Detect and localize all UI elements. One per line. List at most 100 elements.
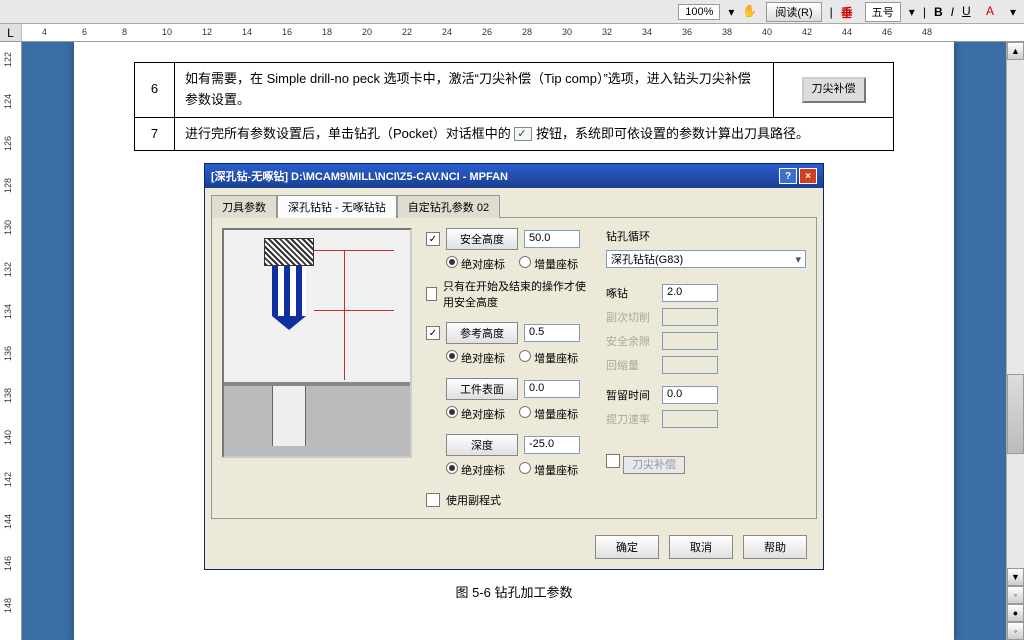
vertical-ruler: 1221241261281301321341361381401421441461… [0, 42, 22, 640]
safe-abs-radio[interactable] [446, 256, 458, 268]
italic-button[interactable]: I [951, 5, 954, 19]
fontsize-select[interactable]: 五号 [865, 2, 901, 22]
toolbar-more-icon[interactable]: ▾ [1010, 5, 1016, 19]
depth-inc-radio[interactable] [519, 462, 531, 474]
tab-tool-params[interactable]: 刀具参数 [211, 195, 277, 218]
fontsize-down-icon[interactable]: ▾ [909, 5, 915, 19]
table-row: 7 进行完所有参数设置后，单击钻孔（Pocket）对话框中的 按钮，系统即可依设… [135, 117, 894, 151]
radio-inc-label: 增量座标 [534, 409, 578, 421]
safe-z-button[interactable]: 安全高度 [446, 228, 518, 250]
drill-dialog: [深孔钻-无啄钻] D:\MCAM9\MILL\NCI\Z5-CAV.NCI -… [204, 163, 824, 570]
scroll-thumb[interactable] [1007, 374, 1024, 454]
work-z-button[interactable]: 工件表面 [446, 378, 518, 400]
hand-icon[interactable]: ✋ [742, 4, 758, 20]
toolbar-sep2: | [923, 5, 926, 19]
disabled-field: 回缩量 [606, 357, 656, 373]
figure-caption: 图 5-6 钻孔加工参数 [134, 582, 894, 601]
disabled-input [662, 410, 718, 428]
close-icon[interactable]: × [799, 168, 817, 184]
vertical-scrollbar[interactable]: ▲ ▼ ◦ ● ◦ [1006, 42, 1024, 640]
step-text-b: 按钮，系统即可依设置的参数计算出刀具路径。 [536, 126, 809, 141]
disabled-input [662, 356, 718, 374]
disabled-field: 副次切削 [606, 309, 656, 325]
cancel-button[interactable]: 取消 [669, 535, 733, 559]
font-icon[interactable]: 垂 [841, 4, 857, 20]
toolbar-spacer [8, 10, 16, 14]
disabled-field: 安全余隙 [606, 333, 656, 349]
step-button-cell: 刀尖补偿 [774, 63, 894, 118]
step-number: 7 [135, 117, 175, 151]
toolbar-sep: | [830, 5, 833, 19]
work-inc-radio[interactable] [519, 406, 531, 418]
ruler-corner-icon: L [0, 24, 22, 41]
cycle-value: 深孔钻钻(G83) [611, 251, 683, 267]
radio-abs-label: 绝对座标 [461, 259, 505, 271]
step-number: 6 [135, 63, 175, 118]
disabled-input [662, 332, 718, 350]
scroll-down-icon[interactable]: ▼ [1007, 568, 1024, 586]
ref-abs-radio[interactable] [446, 350, 458, 362]
next-page-icon[interactable]: ◦ [1007, 622, 1024, 640]
browse-object-icon[interactable]: ● [1007, 604, 1024, 622]
zoom-down-icon[interactable]: ▾ [728, 5, 734, 19]
drill-diagram [222, 228, 412, 458]
ok-check-icon [514, 127, 532, 141]
ref-z-input[interactable]: 0.5 [524, 324, 580, 342]
prev-page-icon[interactable]: ◦ [1007, 586, 1024, 604]
radio-abs-label: 绝对座标 [461, 465, 505, 477]
step-text: 如有需要，在 Simple drill-no peck 选项卡中，激活“刀尖补偿… [175, 63, 774, 118]
dwell-label: 暂留时间 [606, 387, 656, 403]
radio-inc-label: 增量座标 [534, 465, 578, 477]
params-column: 安全高度 50.0 绝对座标 增量座标 只有在开始及结束的操作才使用安全高度 [426, 228, 592, 508]
cycle-select[interactable]: 深孔钻钻(G83) [606, 250, 806, 268]
bold-button[interactable]: B [934, 5, 943, 19]
ref-z-checkbox[interactable] [426, 326, 440, 340]
use-sub-checkbox[interactable] [426, 493, 440, 507]
depth-abs-radio[interactable] [446, 462, 458, 474]
dialog-footer: 确定 取消 帮助 [205, 525, 823, 569]
radio-abs-label: 绝对座标 [461, 409, 505, 421]
radio-inc-label: 增量座标 [534, 259, 578, 271]
only-startend-label: 只有在开始及结束的操作才使用安全高度 [443, 278, 592, 310]
work-z-input[interactable]: 0.0 [524, 380, 580, 398]
read-button[interactable]: 阅读(R) [766, 2, 821, 22]
cycle-label: 钻孔循环 [606, 228, 806, 244]
tab-drill-params[interactable]: 深孔钻钻 - 无啄钻钻 [277, 195, 397, 218]
underline-icon[interactable]: U [962, 4, 978, 20]
table-row: 6 如有需要，在 Simple drill-no peck 选项卡中，激活“刀尖… [135, 63, 894, 118]
radio-inc-label: 增量座标 [534, 353, 578, 365]
work-abs-radio[interactable] [446, 406, 458, 418]
step-text: 进行完所有参数设置后，单击钻孔（Pocket）对话框中的 按钮，系统即可依设置的… [175, 117, 894, 151]
scroll-up-icon[interactable]: ▲ [1007, 42, 1024, 60]
use-sub-label: 使用副程式 [446, 492, 501, 508]
dialog-panel: 安全高度 50.0 绝对座标 增量座标 只有在开始及结束的操作才使用安全高度 [211, 217, 817, 519]
disabled-input [662, 308, 718, 326]
ok-button[interactable]: 确定 [595, 535, 659, 559]
peck-input[interactable]: 2.0 [662, 284, 718, 302]
font-color-icon[interactable]: A [986, 4, 1002, 20]
horizontal-ruler: L 46810121416182022242628303234363840424… [0, 24, 1024, 42]
document-area: 6 如有需要，在 Simple drill-no peck 选项卡中，激活“刀尖… [22, 42, 1006, 640]
help-button[interactable]: 帮助 [743, 535, 807, 559]
dwell-input[interactable]: 0.0 [662, 386, 718, 404]
depth-button[interactable]: 深度 [446, 434, 518, 456]
tip-comp-button[interactable]: 刀尖补偿 [802, 77, 866, 103]
tab-custom-02[interactable]: 自定钻孔参数 02 [397, 195, 500, 218]
step-text-a: 进行完所有参数设置后，单击钻孔（Pocket）对话框中的 [185, 126, 511, 141]
dialog-titlebar[interactable]: [深孔钻-无啄钻] D:\MCAM9\MILL\NCI\Z5-CAV.NCI -… [205, 164, 823, 188]
depth-input[interactable]: -25.0 [524, 436, 580, 454]
help-icon[interactable]: ? [779, 168, 797, 184]
safe-z-input[interactable]: 50.0 [524, 230, 580, 248]
zoom-level[interactable]: 100% [678, 4, 720, 20]
ref-inc-radio[interactable] [519, 350, 531, 362]
disabled-field: 提刀速率 [606, 411, 656, 427]
tip-comp-button-dlg: 刀尖补偿 [623, 456, 685, 474]
safe-z-checkbox[interactable] [426, 232, 440, 246]
only-startend-checkbox[interactable] [426, 287, 437, 301]
tip-comp-checkbox[interactable] [606, 454, 620, 468]
peck-label: 啄钻 [606, 285, 656, 301]
dialog-tabs: 刀具参数 深孔钻钻 - 无啄钻钻 自定钻孔参数 02 [205, 188, 823, 217]
safe-inc-radio[interactable] [519, 256, 531, 268]
cycle-column: 钻孔循环 深孔钻钻(G83) 啄钻 2.0 副次切削 安全余隙 回缩量 暂留时间… [606, 228, 806, 508]
ref-z-button[interactable]: 参考高度 [446, 322, 518, 344]
